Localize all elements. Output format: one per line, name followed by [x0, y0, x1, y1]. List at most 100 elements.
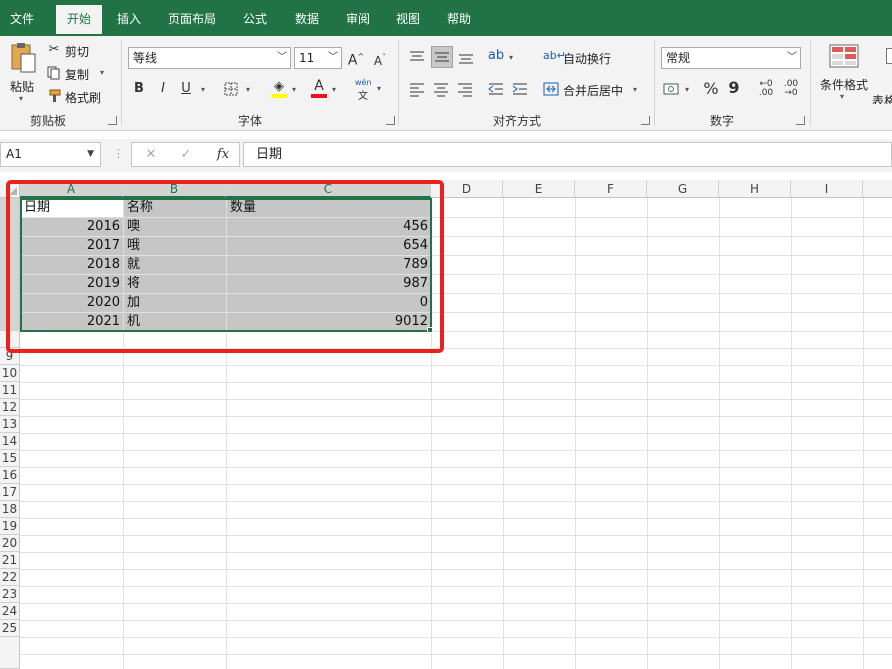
- font-name-select[interactable]: 等线 ﹀: [128, 47, 291, 69]
- bold-button[interactable]: B: [131, 81, 147, 97]
- decrease-decimal-button[interactable]: .00 →0: [781, 80, 801, 98]
- tab-insert[interactable]: 插入: [108, 0, 150, 36]
- row-header-14[interactable]: 14: [0, 433, 20, 450]
- align-bottom-icon[interactable]: [458, 49, 474, 65]
- decrease-indent-icon[interactable]: [488, 81, 504, 97]
- font-size-select[interactable]: 11 ﹀: [294, 47, 342, 69]
- font-group-label: 字体: [230, 112, 270, 129]
- format-as-table-button[interactable]: 表格: [872, 44, 892, 104]
- align-top-icon[interactable]: [409, 49, 425, 65]
- row-header-17[interactable]: 17: [0, 484, 20, 501]
- formula-input[interactable]: 日期: [243, 142, 892, 167]
- accounting-format-button[interactable]: ▾: [663, 81, 695, 99]
- column-header-e[interactable]: E: [503, 180, 575, 198]
- font-color-icon: A: [310, 78, 328, 94]
- orientation-icon[interactable]: ab: [487, 48, 505, 64]
- italic-button[interactable]: I: [155, 81, 171, 97]
- phonetic-button[interactable]: wén 文 ▾: [355, 78, 385, 100]
- row-header-24[interactable]: 24: [0, 603, 20, 620]
- grow-font-button[interactable]: A^: [347, 49, 365, 69]
- align-center-icon[interactable]: [433, 81, 449, 97]
- align-middle-button[interactable]: [431, 46, 453, 68]
- increase-decimal-button[interactable]: ←0 .00: [756, 80, 776, 98]
- gridline: [20, 399, 892, 400]
- alignment-launcher-icon[interactable]: [641, 116, 650, 125]
- row-header-10[interactable]: 10: [0, 365, 20, 382]
- align-right-icon[interactable]: [457, 81, 473, 97]
- align-left-icon[interactable]: [409, 81, 425, 97]
- column-header-h[interactable]: H: [719, 180, 791, 198]
- clipboard-launcher-icon[interactable]: [108, 116, 117, 125]
- cut-button[interactable]: ✂ 剪切: [46, 42, 96, 60]
- row-header-19[interactable]: 19: [0, 518, 20, 535]
- paste-button[interactable]: 粘贴 ▾: [6, 42, 40, 104]
- conditional-format-button[interactable]: 条件格式 ▾: [818, 44, 872, 104]
- row-header-23[interactable]: 23: [0, 586, 20, 603]
- font-color-button[interactable]: A ▾: [310, 79, 340, 99]
- confirm-entry-button[interactable]: ✓: [179, 147, 193, 163]
- format-painter-button[interactable]: 格式刷: [46, 88, 106, 106]
- wrap-text-button[interactable]: ab↵ 自动换行: [543, 48, 623, 66]
- column-header-f[interactable]: F: [575, 180, 647, 198]
- alignment-group-label: 对齐方式: [485, 112, 549, 129]
- percent-button[interactable]: %: [703, 81, 719, 97]
- scissors-icon: ✂: [46, 42, 62, 58]
- font-size-value: 11: [299, 51, 314, 65]
- chevron-down-icon[interactable]: ▾: [509, 53, 513, 62]
- font-launcher-icon[interactable]: [386, 116, 395, 125]
- formula-bar-grip-icon[interactable]: ⋮: [113, 147, 124, 160]
- row-header-20[interactable]: 20: [0, 535, 20, 552]
- increase-indent-icon[interactable]: [512, 81, 528, 97]
- merge-center-button[interactable]: 合并后居中 ▾: [543, 80, 643, 98]
- column-header-i[interactable]: I: [791, 180, 863, 198]
- merge-center-icon: [543, 82, 559, 96]
- tab-review[interactable]: 审阅: [337, 0, 379, 36]
- menu-bar: 文件 开始 插入 页面布局 公式 数据 审阅 视图 帮助: [0, 0, 892, 36]
- row-header-15[interactable]: 15: [0, 450, 20, 467]
- wrap-text-label: 自动换行: [563, 50, 611, 67]
- row-header-18[interactable]: 18: [0, 501, 20, 518]
- format-as-table-label: 表格: [872, 92, 892, 104]
- tab-home[interactable]: 开始: [56, 5, 102, 36]
- underline-dropdown-icon[interactable]: ▾: [201, 85, 205, 94]
- comma-style-button[interactable]: 9: [728, 80, 740, 96]
- row-header-12[interactable]: 12: [0, 399, 20, 416]
- cancel-entry-button[interactable]: ✕: [144, 147, 158, 163]
- fill-color-button[interactable]: ◈ ▾: [270, 79, 300, 99]
- number-launcher-icon[interactable]: [796, 116, 805, 125]
- underline-button[interactable]: U: [178, 81, 194, 97]
- copy-button[interactable]: 复制 ▾: [46, 65, 108, 83]
- clipboard-group-label: 剪贴板: [22, 112, 74, 129]
- tab-view[interactable]: 视图: [387, 0, 429, 36]
- number-format-select[interactable]: 常规 ﹀: [661, 47, 801, 69]
- font-name-value: 等线: [133, 51, 157, 65]
- chevron-down-icon: ▾: [292, 85, 296, 94]
- row-header-22[interactable]: 22: [0, 569, 20, 586]
- tab-file[interactable]: 文件: [0, 0, 44, 36]
- copy-dropdown-icon: ▾: [100, 68, 104, 77]
- row-header-21[interactable]: 21: [0, 552, 20, 569]
- gridline: [20, 552, 892, 553]
- insert-function-button[interactable]: fx: [214, 147, 232, 163]
- column-header-g[interactable]: G: [647, 180, 719, 198]
- tab-data[interactable]: 数据: [286, 0, 328, 36]
- tab-page-layout[interactable]: 页面布局: [160, 0, 224, 36]
- chevron-down-icon: ▾: [685, 85, 689, 94]
- row-header-16[interactable]: 16: [0, 467, 20, 484]
- gridline: [20, 603, 892, 604]
- tab-help[interactable]: 帮助: [438, 0, 480, 36]
- tab-formulas[interactable]: 公式: [234, 0, 276, 36]
- shrink-font-button[interactable]: Aˇ: [371, 50, 389, 69]
- row-header-25[interactable]: 25: [0, 620, 20, 637]
- row-header-11[interactable]: 11: [0, 382, 20, 399]
- column-header-partial[interactable]: [863, 180, 892, 198]
- borders-button[interactable]: ▾: [224, 81, 254, 97]
- number-group-label: 数字: [700, 112, 744, 129]
- row-header-26[interactable]: [0, 637, 20, 669]
- name-box[interactable]: A1 ▼: [0, 142, 101, 167]
- row-header-13[interactable]: 13: [0, 416, 20, 433]
- chevron-down-icon: ▼: [87, 143, 94, 166]
- phonetic-char: 文: [358, 87, 368, 102]
- shrink-font-icon: A: [374, 54, 382, 68]
- chevron-down-icon: ▾: [377, 84, 381, 93]
